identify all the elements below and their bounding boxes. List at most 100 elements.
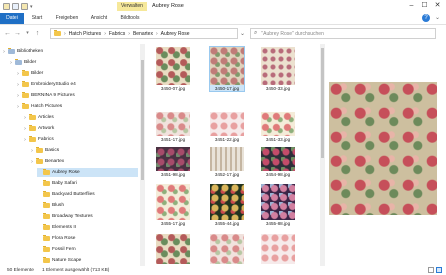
fabric-image (156, 184, 190, 220)
close-icon[interactable]: ✕ (431, 1, 444, 11)
nav-scrollbar-thumb[interactable] (141, 60, 144, 180)
nav-item[interactable]: › Hatch Pictures (16, 102, 138, 111)
nav-item[interactable]: › EmbroideryStudio e4 (16, 80, 138, 89)
minimize-icon[interactable]: – (405, 1, 418, 11)
fabric-image (156, 147, 190, 171)
folder-icon (43, 257, 50, 263)
nav-item-label: Backyard Butterflies (52, 192, 95, 197)
search-icon: ⌕ (254, 30, 258, 36)
file-thumbnail[interactable]: 3454-98.jpg (261, 147, 295, 177)
nav-item-label: Bilder (24, 60, 37, 65)
file-thumbnail[interactable] (156, 234, 190, 265)
file-thumbnail[interactable]: 3450-07.jpg (156, 47, 190, 91)
nav-item-label: Baby Safari (52, 181, 77, 186)
fabric-image (210, 112, 244, 136)
nav-item[interactable]: Aubrey Rose (37, 168, 138, 177)
address-bar[interactable]: › Hatch Pictures › Fabrics › Benartex › … (50, 28, 238, 39)
nav-item-label: Artwork (38, 126, 55, 131)
expand-chevron-icon[interactable]: › (16, 82, 20, 88)
address-dropdown-icon[interactable]: ⌄ (240, 30, 245, 37)
folder-icon[interactable] (3, 3, 10, 10)
tab-view[interactable]: Ansicht (86, 13, 112, 24)
fabric-image (261, 112, 295, 136)
nav-item[interactable]: Blush (37, 201, 138, 210)
content-scrollbar-thumb[interactable] (321, 48, 324, 158)
file-thumbnail[interactable]: 3452-17.jpg (210, 147, 244, 177)
details-view-icon[interactable] (428, 267, 434, 273)
fabric-image (210, 147, 244, 171)
nav-item[interactable]: Elements II (37, 223, 138, 232)
nav-item[interactable]: Baby Safari (37, 179, 138, 188)
back-icon[interactable]: ← (3, 29, 12, 38)
file-thumbnail[interactable]: 3451-22.jpg (210, 112, 244, 142)
file-thumbnail[interactable]: 3450-33.jpg (261, 47, 295, 91)
nav-item[interactable]: Flora Rose (37, 234, 138, 243)
file-thumbnail[interactable] (261, 234, 295, 265)
item-count: 50 Elemente (7, 268, 34, 273)
file-thumbnail[interactable]: 3455-44.jpg (210, 184, 244, 226)
customize-qat-icon[interactable]: ▾ (30, 4, 33, 10)
expand-chevron-icon[interactable]: › (2, 49, 6, 55)
expand-ribbon-icon[interactable]: ⌄ (435, 14, 440, 21)
nav-item-label: Elements II (52, 225, 76, 230)
contextual-tool-tab[interactable]: Verwalten (117, 2, 147, 11)
large-icons-view-icon[interactable] (436, 267, 442, 273)
nav-item-label: Benartex (45, 159, 65, 164)
folder-icon (22, 103, 29, 109)
help-icon[interactable]: ? (422, 14, 430, 22)
folder-icon (54, 30, 61, 36)
recent-locations-icon[interactable]: ▾ (23, 29, 32, 38)
fabric-image (210, 184, 244, 220)
properties-icon[interactable] (12, 3, 19, 10)
forward-icon[interactable]: → (13, 29, 22, 38)
nav-item[interactable]: › Basics (30, 146, 138, 155)
tab-file[interactable]: Datei (0, 13, 24, 24)
nav-item[interactable]: › BERNINA 9 Pictures (16, 91, 138, 100)
nav-item-label: EmbroideryStudio e4 (31, 82, 76, 87)
file-thumbnail[interactable]: 3450-17.jpg (209, 46, 245, 92)
up-icon[interactable]: ↑ (33, 29, 42, 38)
nav-item[interactable]: Backyard Butterflies (37, 190, 138, 199)
nav-item[interactable]: Broadway Textures (37, 212, 138, 221)
breadcrumb-benartex[interactable]: Benartex (133, 31, 153, 37)
nav-item[interactable]: › Artwork (23, 124, 138, 133)
nav-item[interactable]: › Bibliotheken (2, 47, 138, 56)
tab-share[interactable]: Freigeben (52, 13, 82, 24)
title-bar: ▾ Verwalten Aubrey Rose – ☐ ✕ (0, 0, 446, 13)
file-name: 3450-17.jpg (214, 86, 240, 91)
expand-chevron-icon[interactable]: › (23, 126, 27, 132)
expand-chevron-icon[interactable]: › (16, 104, 20, 110)
nav-item[interactable]: › Benartex (30, 157, 138, 166)
expand-chevron-icon[interactable]: › (23, 137, 27, 143)
maximize-icon[interactable]: ☐ (418, 1, 431, 11)
tab-home[interactable]: Start (26, 13, 48, 24)
expand-chevron-icon[interactable]: › (23, 115, 27, 121)
tab-picture-tools[interactable]: Bildtools (116, 13, 144, 24)
nav-item-label: Hatch Pictures (31, 104, 63, 109)
nav-item[interactable]: › Bilder (16, 69, 138, 78)
nav-item[interactable]: Fossil Fern (37, 245, 138, 254)
file-name: 3451-22.jpg (214, 137, 240, 142)
selection-info: 1 Element ausgewählt (713 KB) (41, 268, 110, 273)
nav-item[interactable]: › Fabrics (23, 135, 138, 144)
expand-chevron-icon[interactable]: › (16, 71, 20, 77)
expand-chevron-icon[interactable]: › (30, 159, 34, 165)
file-thumbnail[interactable]: 3455-17.jpg (156, 184, 190, 226)
file-thumbnail[interactable] (210, 234, 244, 265)
file-thumbnail[interactable]: 3451-17.jpg (156, 112, 190, 142)
breadcrumb-aubrey-rose[interactable]: Aubrey Rose (161, 31, 190, 37)
expand-chevron-icon[interactable]: › (30, 148, 34, 154)
nav-item[interactable]: › Articles (23, 113, 138, 122)
expand-chevron-icon[interactable]: › (16, 93, 20, 99)
file-thumbnail[interactable]: 3451-98.jpg (156, 147, 190, 177)
nav-item[interactable]: › Bilder (9, 58, 138, 67)
file-thumbnail[interactable]: 3455-88.jpg (261, 184, 295, 226)
folder-icon (22, 92, 29, 98)
expand-chevron-icon[interactable]: › (9, 60, 13, 66)
breadcrumb-fabrics[interactable]: Fabrics (109, 31, 125, 37)
nav-item[interactable]: Nature Scape (37, 256, 138, 265)
file-thumbnail[interactable]: 3451-33.jpg (261, 112, 295, 142)
breadcrumb-hatch-pictures[interactable]: Hatch Pictures (69, 31, 102, 37)
search-input[interactable]: ⌕ "Aubrey Rose" durchsuchen (250, 28, 436, 39)
new-folder-icon[interactable] (21, 3, 28, 10)
